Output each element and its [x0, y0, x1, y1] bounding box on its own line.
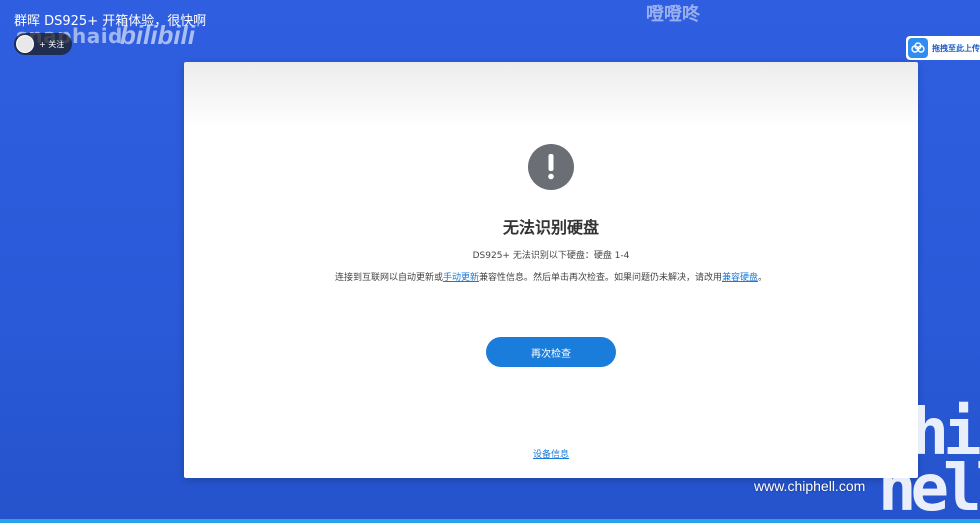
desc-suffix: 。 [758, 273, 768, 283]
desc-prefix: 连接到互联网以自动更新或 [334, 273, 443, 283]
top-watermark-text: 噔噔咚 [646, 4, 700, 25]
desc-middle: 兼容性信息。然后单击再次检查。如果问题仍未解决，请改用 [478, 273, 722, 283]
chiphell-url-watermark: www.chiphell.com [754, 478, 866, 494]
device-info-link[interactable]: 设备信息 [533, 450, 569, 460]
follow-label: + 关注 [39, 39, 65, 49]
disk-error-dialog: 无法识别硬盘 DS925+ 无法识别以下硬盘：硬盘 1-4 连接到互联网以自动更… [184, 62, 918, 478]
recheck-button[interactable]: 再次检查 [486, 337, 616, 367]
compatible-disks-link[interactable]: 兼容硬盘 [722, 273, 758, 283]
dialog-subtitle: DS925+ 无法识别以下硬盘：硬盘 1-4 [472, 251, 630, 261]
dialog-description: 连接到互联网以自动更新或手动更新兼容性信息。然后单击再次检查。如果问题仍未解决，… [334, 272, 768, 285]
follow-button[interactable]: + 关注 [14, 33, 72, 55]
chiphell-logo: chip hell [878, 401, 980, 523]
cloud-upload-icon [908, 38, 928, 58]
chiphell-logo-line2: hell [878, 452, 980, 523]
avatar [16, 35, 34, 53]
upload-label: 拖拽至此上传 [932, 43, 980, 53]
dialog-title: 无法识别硬盘 [502, 218, 599, 237]
bilibili-logo: bilibili [120, 20, 196, 50]
manual-update-link[interactable]: 手动更新 [443, 273, 479, 283]
drag-upload-button[interactable]: 拖拽至此上传 [906, 36, 980, 60]
video-progress-bar[interactable] [0, 519, 980, 523]
device-info: 设备信息 [184, 447, 918, 460]
exclamation-circle-icon [528, 144, 574, 190]
